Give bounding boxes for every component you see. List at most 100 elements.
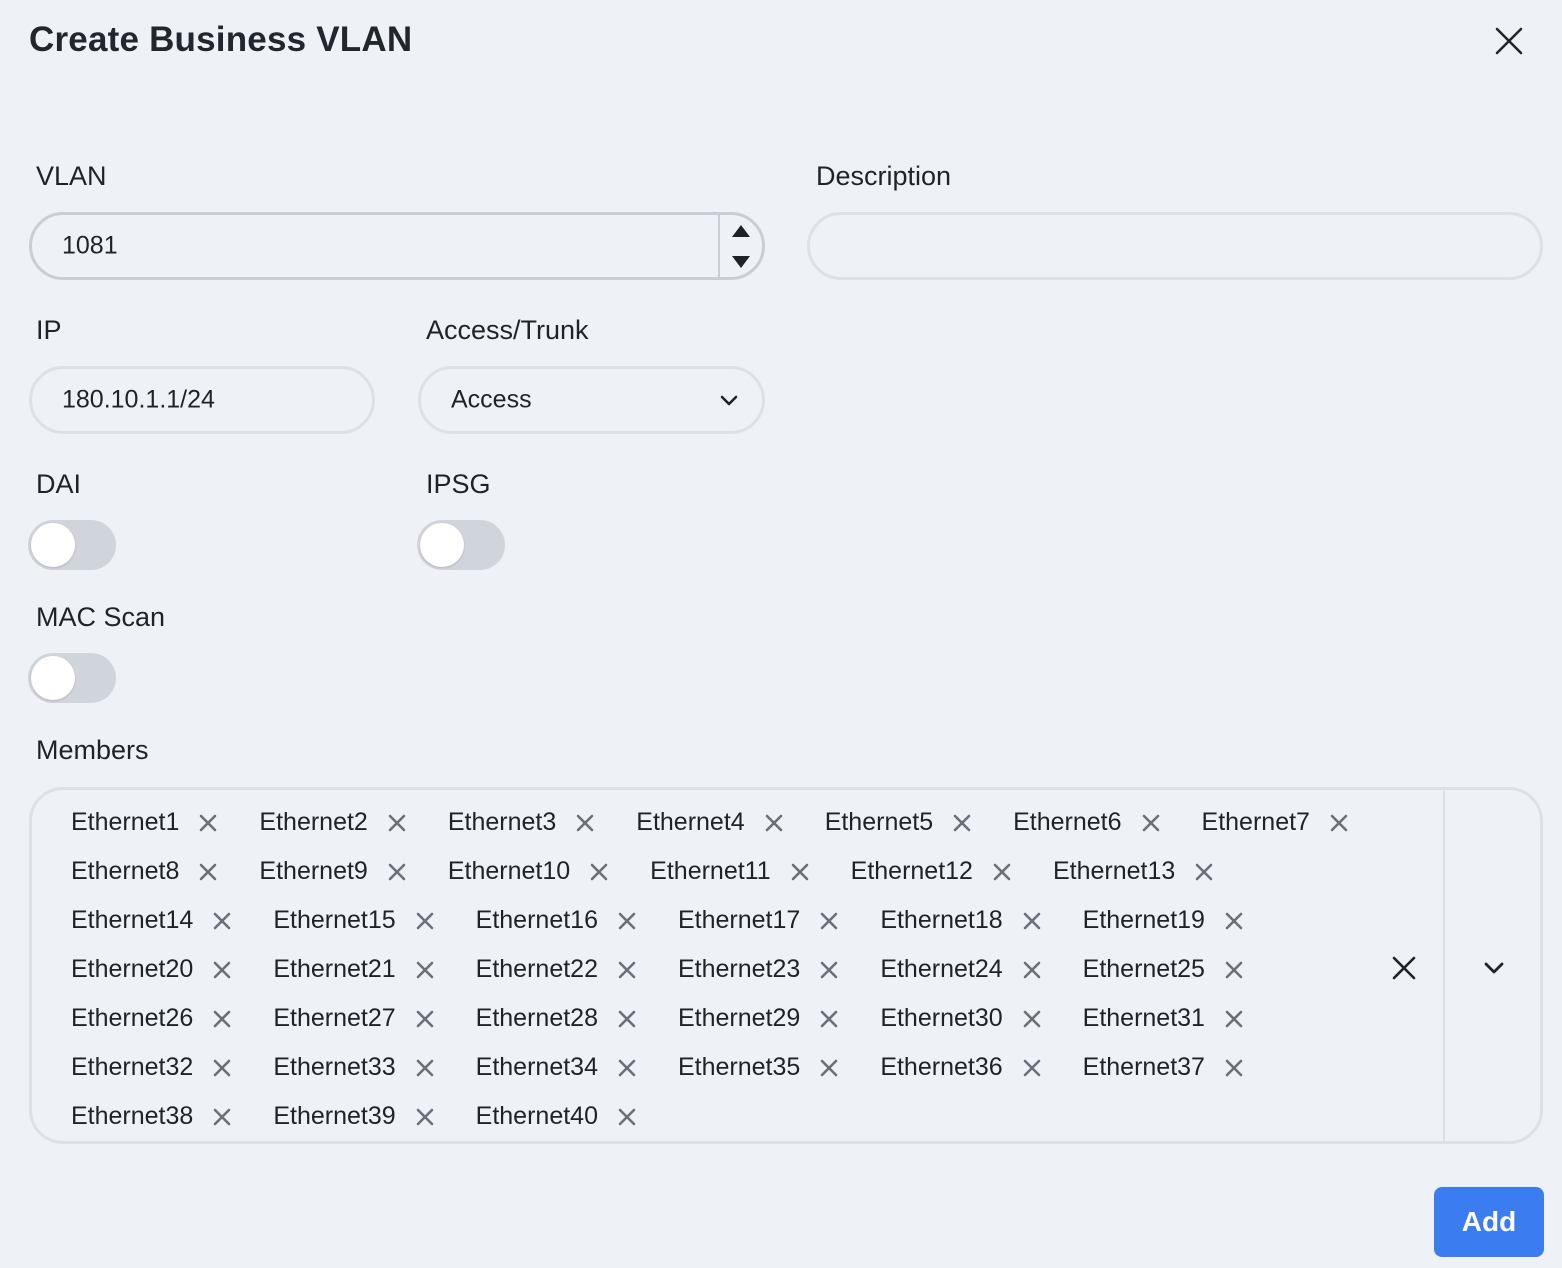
access-trunk-select[interactable]: Access [418, 366, 765, 434]
remove-chip-button[interactable] [211, 910, 233, 932]
remove-icon [200, 814, 217, 831]
increment-button[interactable] [720, 215, 762, 246]
remove-chip-button[interactable] [1140, 812, 1162, 834]
remove-icon [1330, 814, 1348, 831]
remove-chip-button[interactable] [616, 1008, 638, 1030]
remove-chip-button[interactable] [616, 959, 638, 981]
remove-icon [618, 1010, 636, 1027]
member-chip-label: Ethernet16 [475, 906, 598, 934]
remove-chip-button[interactable] [1021, 959, 1043, 981]
member-chip-label: Ethernet2 [259, 808, 368, 836]
member-chip-label: Ethernet1 [71, 808, 180, 836]
member-chip: Ethernet18 [880, 906, 1042, 935]
remove-chip-button[interactable] [414, 959, 436, 981]
close-button[interactable] [1490, 22, 1528, 60]
member-chip-label: Ethernet30 [880, 1004, 1003, 1032]
vlan-value: 1081 [62, 231, 118, 260]
member-chip-label: Ethernet13 [1052, 857, 1176, 885]
members-label: Members [36, 735, 149, 765]
remove-icon [214, 1059, 231, 1076]
member-chip: Ethernet39 [273, 1102, 435, 1131]
access-trunk-label: Access/Trunk [426, 315, 589, 345]
member-chip: Ethernet35 [678, 1053, 840, 1082]
remove-chip-button[interactable] [197, 861, 219, 883]
member-chip: Ethernet23 [678, 955, 840, 984]
ip-input[interactable]: 180.10.1.1/24 [29, 366, 375, 434]
members-dropdown-toggle[interactable] [1481, 955, 1507, 981]
vlan-number-input[interactable]: 1081 [29, 212, 765, 280]
members-multiselect[interactable]: Ethernet1 Ethernet2 Ethernet3 Ethernet4 Ethe… [29, 787, 1543, 1144]
remove-chip-button[interactable] [616, 1106, 638, 1128]
dialog-title: Create Business VLAN [29, 20, 413, 59]
member-chip-label: Ethernet8 [71, 857, 180, 885]
dai-label: DAI [36, 469, 82, 499]
member-chip: Ethernet13 [1053, 857, 1215, 886]
remove-chip-button[interactable] [991, 861, 1013, 883]
remove-chip-button[interactable] [414, 1008, 436, 1030]
add-button[interactable]: Add [1434, 1187, 1544, 1257]
member-chip-label: Ethernet25 [1082, 955, 1205, 983]
remove-chip-button[interactable] [818, 959, 840, 981]
remove-chip-button[interactable] [211, 1057, 233, 1079]
remove-chip-button[interactable] [818, 1008, 840, 1030]
toggle-knob [31, 656, 75, 700]
remove-chip-button[interactable] [616, 910, 638, 932]
remove-chip-button[interactable] [386, 812, 408, 834]
remove-chip-button[interactable] [414, 910, 436, 932]
member-chip-row: Ethernet20 Ethernet21 Ethernet22 Ethernet23… [71, 945, 1401, 994]
remove-chip-button[interactable] [574, 812, 596, 834]
member-chip: Ethernet30 [880, 1004, 1042, 1033]
remove-chip-button[interactable] [1193, 861, 1215, 883]
remove-icon [618, 1108, 636, 1125]
member-chip: Ethernet22 [476, 955, 638, 984]
remove-chip-button[interactable] [414, 1106, 436, 1128]
member-chip-label: Ethernet24 [880, 955, 1003, 983]
decrement-button[interactable] [720, 246, 762, 277]
remove-chip-button[interactable] [818, 910, 840, 932]
clear-all-button[interactable] [1389, 953, 1419, 983]
member-chip: Ethernet6 [1013, 808, 1161, 837]
remove-chip-button[interactable] [1021, 1057, 1043, 1079]
remove-chip-button[interactable] [1223, 1057, 1245, 1079]
remove-chip-button[interactable] [211, 1106, 233, 1128]
ipsg-toggle[interactable] [417, 520, 505, 570]
access-trunk-selected: Access [451, 385, 532, 414]
vlan-stepper [718, 215, 762, 277]
remove-icon [590, 863, 608, 880]
member-chip-label: Ethernet29 [677, 1004, 801, 1032]
description-input[interactable] [807, 212, 1543, 280]
member-chip-label: Ethernet31 [1082, 1004, 1205, 1032]
remove-chip-button[interactable] [616, 1057, 638, 1079]
remove-chip-button[interactable] [818, 1057, 840, 1079]
remove-chip-button[interactable] [1021, 1008, 1043, 1030]
remove-chip-button[interactable] [763, 812, 785, 834]
remove-chip-button[interactable] [1328, 812, 1350, 834]
remove-chip-button[interactable] [1223, 910, 1245, 932]
mac-scan-label: MAC Scan [36, 602, 166, 632]
clear-icon [1392, 956, 1416, 980]
remove-chip-button[interactable] [197, 812, 219, 834]
member-chip-label: Ethernet36 [880, 1053, 1003, 1081]
remove-chip-button[interactable] [1223, 959, 1245, 981]
member-chip-label: Ethernet34 [475, 1053, 598, 1081]
remove-chip-button[interactable] [414, 1057, 436, 1079]
remove-icon [416, 1059, 433, 1076]
remove-chip-button[interactable] [211, 1008, 233, 1030]
remove-chip-button[interactable] [1223, 1008, 1245, 1030]
member-chip: Ethernet34 [476, 1053, 638, 1082]
remove-chip-button[interactable] [789, 861, 811, 883]
member-chip: Ethernet24 [880, 955, 1042, 984]
remove-chip-button[interactable] [588, 861, 610, 883]
member-chip-row: Ethernet1 Ethernet2 Ethernet3 Ethernet4 Ethe… [71, 798, 1401, 847]
dai-toggle[interactable] [28, 520, 116, 570]
member-chip: Ethernet26 [71, 1004, 233, 1033]
remove-chip-button[interactable] [211, 959, 233, 981]
vlan-label: VLAN [36, 161, 107, 191]
mac-scan-toggle[interactable] [28, 653, 116, 703]
create-vlan-dialog: Create Business VLAN VLAN 1081 Descripti… [0, 0, 1562, 1268]
remove-chip-button[interactable] [386, 861, 408, 883]
remove-chip-button[interactable] [1021, 910, 1043, 932]
member-chip-label: Ethernet12 [850, 857, 973, 885]
remove-chip-button[interactable] [951, 812, 973, 834]
member-chip: Ethernet10 [448, 857, 610, 886]
